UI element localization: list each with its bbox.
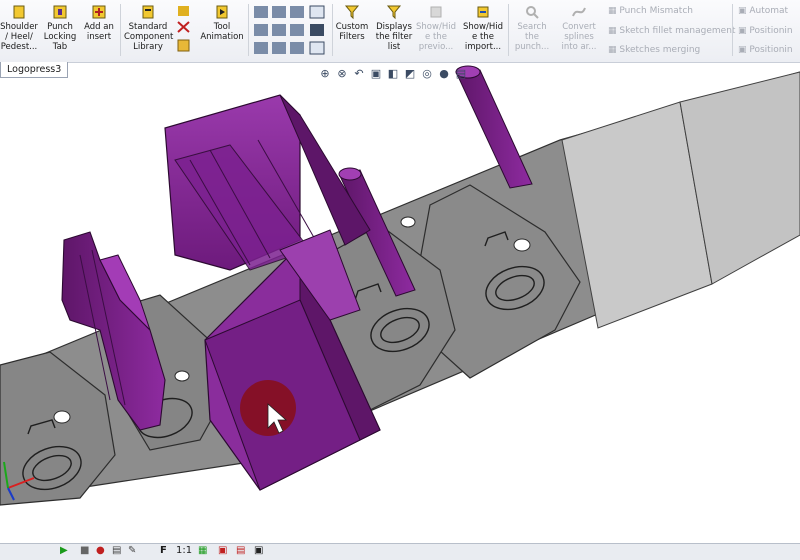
tool-icon[interactable]: ▣ <box>218 545 227 556</box>
insert-icon <box>92 5 106 19</box>
3d-viewport[interactable] <box>0 62 800 544</box>
appearance-icon[interactable]: ● <box>437 67 451 81</box>
zoom-area-icon[interactable]: ⊗ <box>335 67 349 81</box>
record-icon[interactable]: ● <box>96 545 105 556</box>
f-key[interactable]: F <box>160 545 167 556</box>
shoulder-icon <box>13 5 25 19</box>
show-hide-icon <box>430 6 442 18</box>
status-bar: ▶ ■ ● ▤ ✎ F 1:1 ▦ ▣ ▤ ▣ <box>0 543 800 560</box>
show-hide-previous-button[interactable]: Show/Hid e the previo... <box>416 4 456 52</box>
punch-locking-tab-button[interactable]: Punch Locking Tab <box>42 4 78 52</box>
mismatch-icon: ▦ <box>608 6 620 16</box>
ribbon-separator <box>732 4 733 56</box>
filter-icon <box>344 5 360 20</box>
ribbon-separator <box>332 4 333 56</box>
standard-component-library-button[interactable]: Standard Component Library <box>124 4 173 52</box>
tab-logopress3[interactable]: Logopress3 <box>0 62 69 78</box>
previous-view-icon[interactable]: ↶ <box>352 67 366 81</box>
spline-icon <box>572 7 586 17</box>
save-icon[interactable]: ▤ <box>236 545 245 556</box>
positioning-icon: ▣ <box>738 45 750 55</box>
positioning-item-1[interactable]: ▣ Positionin <box>738 26 793 36</box>
edit-macro-icon[interactable]: ✎ <box>128 545 136 556</box>
play-icon[interactable]: ▶ <box>60 545 68 556</box>
punch-lock-icon <box>53 5 67 19</box>
custom-filters-button[interactable]: Custom Filters <box>334 4 370 42</box>
cursor-highlight <box>240 380 296 436</box>
section-view-icon[interactable]: ▣ <box>369 67 383 81</box>
fillet-icon: ▦ <box>608 26 620 36</box>
ribbon-separator <box>508 4 509 56</box>
sketch-fillet-item[interactable]: ▦ Sketch fillet management <box>608 26 735 36</box>
convert-splines-button[interactable]: Convert splines into ar... <box>558 4 600 52</box>
positioning-item-2[interactable]: ▣ Positionin <box>738 45 793 55</box>
merge-icon: ▦ <box>608 45 620 55</box>
scale-label: 1:1 <box>176 545 193 556</box>
stop-icon[interactable]: ■ <box>80 545 89 556</box>
shoulder-heel-button[interactable]: Shoulder / Heel/Pedest... <box>0 4 38 52</box>
grid-icon[interactable]: ▦ <box>198 545 207 556</box>
scene-icon[interactable]: ▤ <box>454 67 468 81</box>
show-hide-import-button[interactable]: Show/Hid e the import... <box>462 4 504 52</box>
align-icons[interactable] <box>252 4 330 58</box>
library-icon <box>142 5 154 19</box>
add-insert-button[interactable]: Add an insert <box>82 4 116 42</box>
animation-icon <box>216 5 228 19</box>
align-tools-grid <box>252 4 330 58</box>
view-toolbar: ⊕ ⊗ ↶ ▣ ◧ ◩ ◎ ● ▤ <box>318 67 471 83</box>
library-small-icons <box>176 4 192 57</box>
automatic-item[interactable]: ▣ Automat <box>738 6 788 16</box>
tab-label: Logopress3 <box>7 64 62 75</box>
punch-mismatch-item[interactable]: ▦ Punch Mismatch <box>608 6 693 16</box>
tool-animation-button[interactable]: Tool Animation <box>198 4 246 42</box>
hide-show-icon[interactable]: ◎ <box>420 67 434 81</box>
filter-list-icon <box>386 5 402 20</box>
view-orientation-icon[interactable]: ◧ <box>386 67 400 81</box>
import-icon <box>477 6 489 18</box>
positioning-icon: ▣ <box>738 26 750 36</box>
ribbon-separator <box>120 4 121 56</box>
sketches-merging-item[interactable]: ▦ Sketches merging <box>608 45 700 55</box>
tools-icon[interactable] <box>176 4 192 54</box>
search-icon <box>526 6 539 19</box>
zoom-fit-icon[interactable]: ⊕ <box>318 67 332 81</box>
displays-filter-list-button[interactable]: Displays the filter list <box>374 4 414 52</box>
display-style-icon[interactable]: ◩ <box>403 67 417 81</box>
macro-icon[interactable]: ▤ <box>112 545 121 556</box>
search-punch-button[interactable]: Search the punch... <box>512 4 552 52</box>
ribbon-toolbar: Shoulder / Heel/Pedest... Punch Locking Tab… <box>0 0 800 63</box>
automatic-icon: ▣ <box>738 6 750 16</box>
ribbon-separator <box>248 4 249 56</box>
settings-icon[interactable]: ▣ <box>254 545 263 556</box>
